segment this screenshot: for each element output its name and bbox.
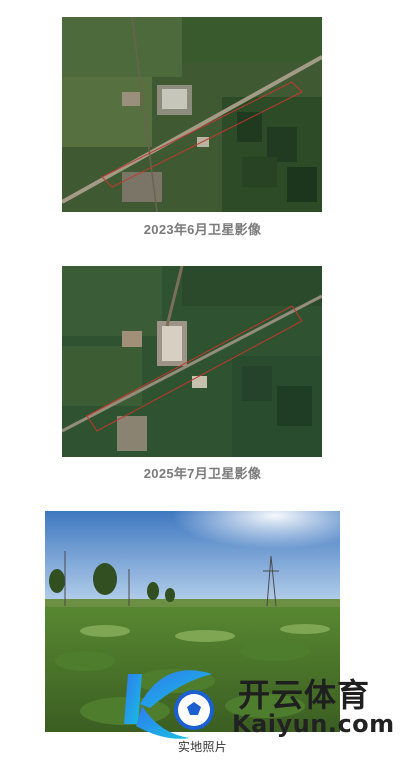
k-ball-logo-icon: [124, 670, 214, 739]
brand-watermark: 开云体育 Kaiyun.com: [120, 664, 400, 744]
watermark-brand-en: Kaiyun.com: [232, 710, 395, 738]
figure-caption-2023: 2023年6月卫星影像: [143, 222, 262, 237]
satellite-image-2025: [62, 266, 322, 457]
figure-caption-2025: 2025年7月卫星影像: [143, 466, 262, 481]
satellite-image-2023: [62, 17, 322, 212]
